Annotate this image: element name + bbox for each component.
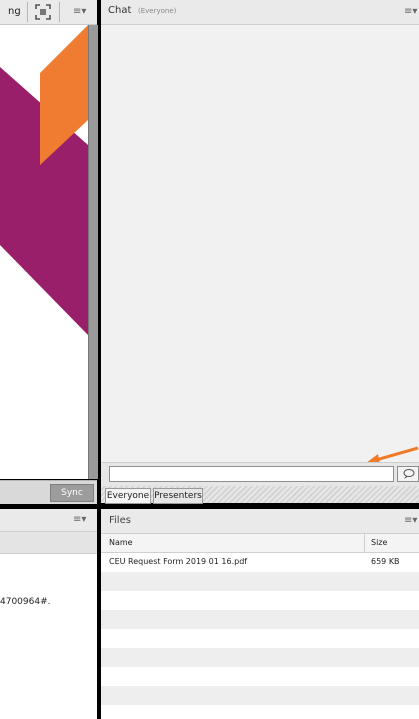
shared-slide: [0, 25, 88, 479]
column-divider: [364, 534, 365, 552]
file-size: 659 KB: [371, 557, 400, 566]
fullscreen-icon[interactable]: [35, 4, 51, 20]
file-name: CEU Request Form 2019 01 16.pdf: [109, 557, 248, 566]
left-pod-header: ≡▾: [0, 509, 97, 532]
tab-presenters[interactable]: Presenters: [153, 488, 203, 504]
menu-icon[interactable]: ≡▾: [404, 515, 417, 526]
send-button[interactable]: [397, 466, 419, 482]
left-pod-body: 4700964#.: [0, 554, 97, 719]
header-divider: [59, 2, 60, 22]
left-pod-subheader: [0, 532, 97, 554]
files-list: CEU Request Form 2019 01 16.pdf 659 KB: [101, 553, 419, 719]
chat-scope: (Everyone): [138, 7, 177, 15]
scrollbar[interactable]: [88, 25, 98, 479]
files-column-header: Name Size: [101, 534, 419, 553]
chat-title: Chat: [108, 5, 132, 16]
header-divider: [27, 2, 28, 22]
files-header: Files ≡▾: [101, 509, 419, 534]
menu-icon[interactable]: ≡▾: [73, 514, 86, 525]
left-pod-text: 4700964#.: [0, 597, 51, 607]
menu-icon[interactable]: ≡▾: [404, 6, 417, 17]
slide-graphic: [0, 25, 88, 335]
sync-button[interactable]: Sync: [50, 484, 94, 502]
column-size[interactable]: Size: [371, 538, 387, 547]
files-title: Files: [109, 515, 131, 526]
menu-icon[interactable]: ≡▾: [73, 6, 86, 17]
table-row[interactable]: CEU Request Form 2019 01 16.pdf 659 KB: [101, 553, 419, 572]
chat-input[interactable]: [109, 466, 394, 482]
column-name[interactable]: Name: [109, 538, 133, 547]
chat-header: Chat (Everyone) ≡▾: [101, 0, 419, 25]
share-pod-title: ng: [8, 6, 21, 17]
share-pod-header: ng ≡▾: [0, 0, 97, 25]
speech-bubble-icon: [403, 469, 415, 479]
tab-everyone[interactable]: Everyone: [105, 488, 151, 504]
chat-messages: [101, 25, 419, 462]
